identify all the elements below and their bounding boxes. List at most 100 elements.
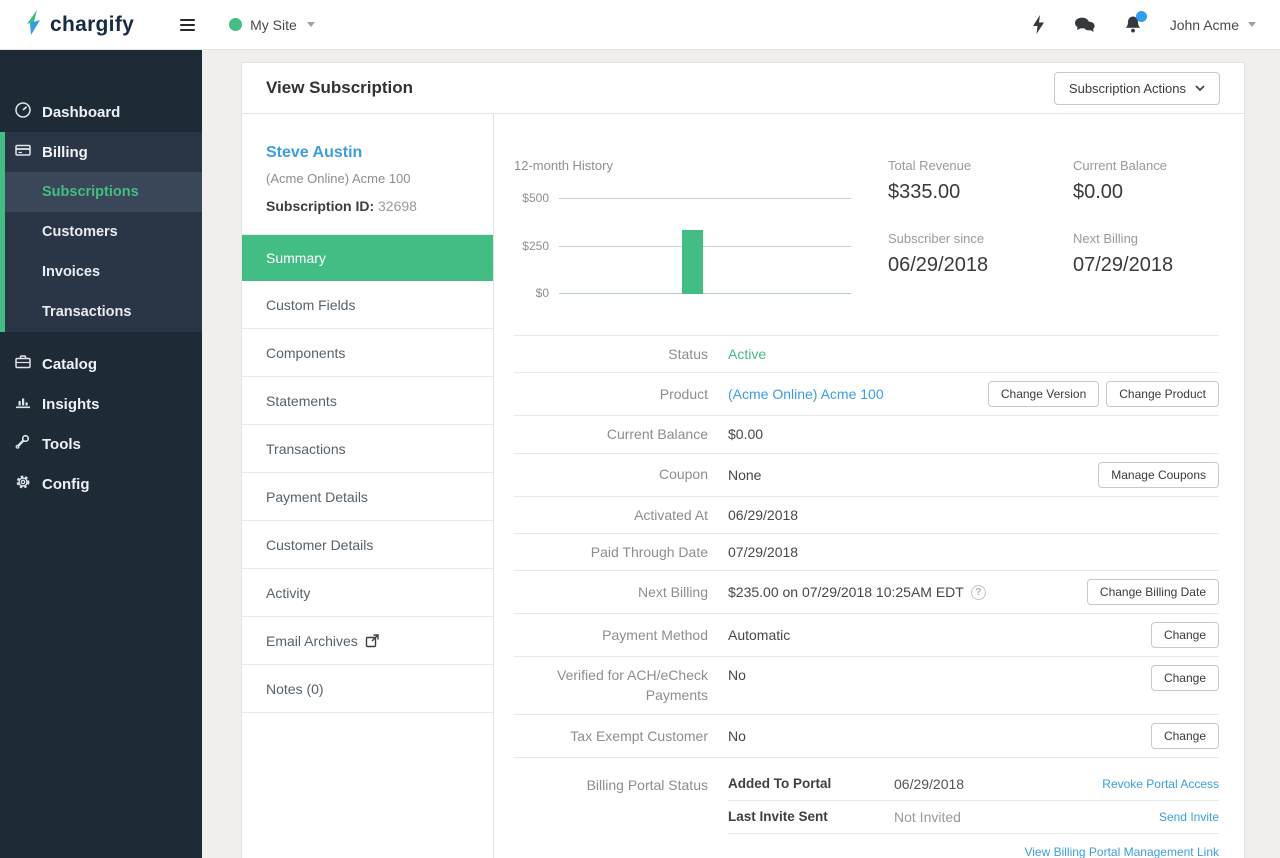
chart-bar-slot bbox=[656, 197, 680, 294]
row-paid-through: Paid Through Date 07/29/2018 bbox=[514, 534, 1219, 572]
site-selector[interactable]: My Site bbox=[229, 17, 315, 33]
chargify-logo[interactable]: chargify bbox=[24, 9, 134, 41]
change-payment-method-button[interactable]: Change bbox=[1150, 622, 1219, 649]
tab-email-archives[interactable]: Email Archives bbox=[242, 617, 493, 665]
sidebar-item-transactions[interactable]: Transactions bbox=[5, 292, 202, 332]
subscription-actions-button[interactable]: Subscription Actions bbox=[1053, 71, 1220, 105]
sidebar-item-insights[interactable]: Insights bbox=[0, 384, 202, 424]
row-ach-verified: Verified for ACH/eCheck Payments No Chan… bbox=[514, 657, 1219, 715]
row-coupon: Coupon None Manage Coupons bbox=[514, 454, 1219, 497]
quick-actions-icon[interactable] bbox=[1031, 14, 1046, 35]
chart-bar-slot bbox=[559, 197, 583, 294]
gear-icon bbox=[14, 473, 32, 495]
chart-bar-slot bbox=[802, 197, 826, 294]
row-activated-at: Activated At 06/29/2018 bbox=[514, 497, 1219, 534]
notifications-bell-icon[interactable] bbox=[1124, 11, 1147, 34]
chart-bar-slot bbox=[827, 197, 851, 294]
tab-payment-details[interactable]: Payment Details bbox=[242, 473, 493, 521]
sidebar-item-tools[interactable]: Tools bbox=[0, 424, 202, 464]
manage-coupons-button[interactable]: Manage Coupons bbox=[1098, 461, 1219, 488]
view-billing-portal-link[interactable]: View Billing Portal Management Link bbox=[1024, 845, 1219, 858]
product-link[interactable]: (Acme Online) Acme 100 bbox=[728, 386, 884, 402]
chart-bar bbox=[682, 230, 704, 294]
sidebar-item-config[interactable]: Config bbox=[0, 464, 202, 504]
chart-bar-slot bbox=[754, 197, 778, 294]
change-billing-date-button[interactable]: Change Billing Date bbox=[1086, 579, 1219, 606]
tab-components[interactable]: Components bbox=[242, 329, 493, 377]
row-product: Product (Acme Online) Acme 100 Change Ve… bbox=[514, 373, 1219, 417]
hamburger-menu-icon[interactable] bbox=[176, 15, 199, 35]
chevron-down-icon bbox=[1248, 22, 1256, 27]
tab-statements[interactable]: Statements bbox=[242, 377, 493, 425]
chart-y-axis: $500 $250 $0 bbox=[522, 191, 549, 300]
row-billing-portal: Billing Portal Status Added To Portal 06… bbox=[514, 758, 1219, 858]
chart-plot bbox=[559, 197, 851, 294]
sidebar-item-catalog[interactable]: Catalog bbox=[0, 344, 202, 384]
subscription-card: View Subscription Subscription Actions S… bbox=[241, 62, 1245, 858]
sidebar: Dashboard Billing Subscriptions Customer… bbox=[0, 50, 202, 858]
sidebar-item-invoices[interactable]: Invoices bbox=[5, 252, 202, 292]
chart-bar-slot bbox=[681, 197, 705, 294]
subscription-details-table: Status Active Product (Acme Online) Acme… bbox=[514, 335, 1219, 858]
tab-transactions[interactable]: Transactions bbox=[242, 425, 493, 473]
gauge-icon bbox=[14, 101, 32, 123]
subscription-subnav: Steve Austin (Acme Online) Acme 100 Subs… bbox=[242, 114, 494, 858]
stat-current-balance: Current Balance $0.00 bbox=[1073, 158, 1167, 203]
subscription-product: (Acme Online) Acme 100 bbox=[266, 171, 411, 186]
user-name: John Acme bbox=[1169, 16, 1239, 33]
help-icon[interactable]: ? bbox=[970, 584, 986, 600]
sidebar-item-billing[interactable]: Billing bbox=[5, 132, 202, 172]
row-current-balance: Current Balance $0.00 bbox=[514, 416, 1219, 454]
chart-bar-slot bbox=[705, 197, 729, 294]
card-header: View Subscription Subscription Actions bbox=[242, 63, 1244, 114]
summary-content: 12-month History $500 $250 $0 Total Reve… bbox=[494, 114, 1244, 858]
chart-title: 12-month History bbox=[514, 158, 613, 173]
user-menu[interactable]: John Acme bbox=[1170, 17, 1256, 33]
change-version-button[interactable]: Change Version bbox=[987, 381, 1100, 408]
tab-notes[interactable]: Notes (0) bbox=[242, 665, 493, 713]
chevron-down-icon bbox=[1195, 84, 1205, 91]
chart-bar-slot bbox=[583, 197, 607, 294]
portal-invite-row: Last Invite Sent Not Invited Send Invite bbox=[728, 801, 1219, 834]
tab-customer-details[interactable]: Customer Details bbox=[242, 521, 493, 569]
subscription-id: Subscription ID: 32698 bbox=[266, 198, 417, 214]
site-name: My Site bbox=[250, 16, 297, 33]
row-payment-method: Payment Method Automatic Change bbox=[514, 614, 1219, 658]
stat-next-billing: Next Billing 07/29/2018 bbox=[1073, 231, 1174, 276]
sidebar-item-customers[interactable]: Customers bbox=[5, 212, 202, 252]
status-value: Active bbox=[728, 346, 767, 363]
page-title: View Subscription bbox=[266, 78, 414, 97]
portal-added-row: Added To Portal 06/29/2018 Revoke Portal… bbox=[728, 768, 1219, 801]
logo-text: chargify bbox=[50, 12, 135, 36]
bar-chart-icon bbox=[14, 393, 32, 415]
tab-summary[interactable]: Summary bbox=[242, 235, 493, 281]
main-area: View Subscription Subscription Actions S… bbox=[202, 50, 1280, 858]
revoke-portal-access-link[interactable]: Revoke Portal Access bbox=[1102, 777, 1219, 791]
tab-custom-fields[interactable]: Custom Fields bbox=[242, 281, 493, 329]
wrench-icon bbox=[14, 433, 32, 455]
change-tax-exempt-button[interactable]: Change bbox=[1150, 722, 1219, 749]
send-invite-link[interactable]: Send Invite bbox=[1159, 810, 1219, 824]
chargify-logo-icon bbox=[24, 9, 43, 41]
change-product-button[interactable]: Change Product bbox=[1106, 381, 1219, 408]
chart-bar-slot bbox=[608, 197, 632, 294]
site-status-dot bbox=[229, 18, 243, 31]
chevron-down-icon bbox=[306, 22, 315, 27]
external-link-icon bbox=[365, 633, 379, 647]
sidebar-item-subscriptions[interactable]: Subscriptions bbox=[5, 172, 202, 212]
chat-icon[interactable] bbox=[1074, 16, 1096, 34]
row-tax-exempt: Tax Exempt Customer No Change bbox=[514, 715, 1219, 758]
chart-bar-slot bbox=[632, 197, 656, 294]
chart-bar-slot bbox=[778, 197, 802, 294]
credit-card-icon bbox=[14, 141, 32, 163]
customer-name-link[interactable]: Steve Austin bbox=[266, 144, 469, 162]
revenue-chart: 12-month History $500 $250 $0 bbox=[514, 158, 888, 300]
sidebar-item-dashboard[interactable]: Dashboard bbox=[0, 92, 202, 132]
row-next-billing: Next Billing $235.00 on 07/29/2018 10:25… bbox=[514, 571, 1219, 615]
subscription-tabs: Summary Custom Fields Components Stateme… bbox=[242, 234, 493, 713]
tab-activity[interactable]: Activity bbox=[242, 569, 493, 617]
top-bar: chargify My Site John Acme bbox=[0, 0, 1280, 50]
change-ach-button[interactable]: Change bbox=[1150, 665, 1219, 692]
sidebar-billing-group: Billing Subscriptions Customers Invoices… bbox=[0, 132, 202, 332]
subscription-stats: Total Revenue $335.00 Current Balance $0… bbox=[888, 158, 1258, 294]
